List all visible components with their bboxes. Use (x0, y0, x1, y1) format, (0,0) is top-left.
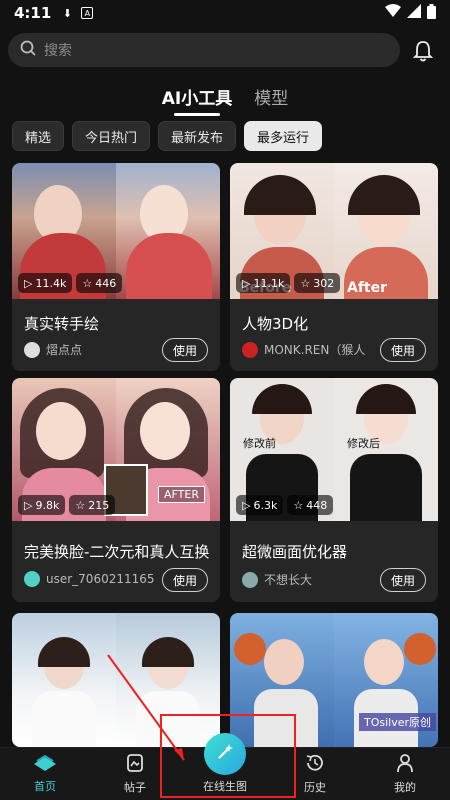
use-button[interactable]: 使用 (161, 338, 208, 362)
play-count: ▷ 11.4k (18, 273, 73, 293)
use-button[interactable]: 使用 (379, 568, 426, 592)
search-input[interactable]: 搜索 (44, 40, 72, 60)
tool-card[interactable]: 修改前 修改后 ▷ 6.3k ☆ 448 超微画面优化器 不想长大 使用 (230, 378, 438, 602)
before-label: 修改前 (243, 437, 276, 450)
status-time: 4:11 (14, 4, 52, 22)
chip-today-hot[interactable]: 今日热门 (72, 121, 151, 151)
avatar (24, 571, 40, 587)
search-bar[interactable]: 搜索 (8, 33, 400, 67)
star-icon: ☆ (75, 498, 86, 512)
annotation-box (160, 714, 296, 798)
avatar (242, 571, 258, 588)
filter-chips: 精选 今日热门 最新发布 最多运行 (12, 121, 323, 151)
card-thumbnail: 修改前 修改后 ▷ 6.3k ☆ 448 (230, 378, 438, 521)
star-count: ☆ 215 (69, 495, 116, 515)
star-count: ☆ 448 (287, 495, 334, 515)
card-author: 熠点点 (24, 341, 154, 358)
tab-ai-tools[interactable]: AI小工具 (162, 80, 232, 116)
star-icon: ☆ (82, 276, 93, 290)
avatar (24, 341, 40, 358)
card-title: 真实转手绘 (24, 315, 100, 333)
download-icon: ⬇ (62, 6, 72, 20)
card-title: 人物3D化 (242, 315, 309, 333)
play-count: ▷ 6.3k (236, 495, 284, 515)
avatar (242, 341, 258, 358)
after-label: After (347, 280, 388, 296)
user-icon (395, 753, 415, 776)
tool-card[interactable]: ▷ 11.4k ☆ 446 真实转手绘 熠点点 使用 (12, 163, 220, 371)
play-icon: ▷ (242, 276, 251, 290)
play-count: ▷ 9.8k (18, 495, 66, 515)
chip-featured[interactable]: 精选 (12, 121, 65, 151)
watermark-label: TOsilver原创 (358, 713, 436, 731)
use-button[interactable]: 使用 (379, 338, 426, 362)
search-icon (20, 40, 36, 60)
card-author: user_7060211165... (24, 571, 154, 587)
bell-icon[interactable] (408, 36, 438, 66)
home-icon (32, 754, 58, 775)
tab-models[interactable]: 模型 (254, 80, 288, 116)
after-label: 修改后 (347, 437, 380, 450)
nav-profile[interactable]: 我的 (360, 748, 450, 800)
tool-card[interactable]: AFTER ▷ 9.8k ☆ 215 完美换脸-二次元和真人互换 user_7060… (12, 378, 220, 602)
star-count: ☆ 302 (294, 273, 341, 293)
tool-card[interactable]: Before After ▷11.1k ☆302 人物3D化 MONK.REN（… (230, 163, 438, 371)
card-thumbnail: AFTER ▷ 9.8k ☆ 215 (12, 378, 220, 521)
star-icon: ☆ (293, 498, 304, 512)
top-tabs: AI小工具 模型 (0, 80, 450, 116)
after-label: AFTER (158, 486, 205, 503)
signal-icon (407, 4, 421, 22)
play-icon: ▷ (24, 498, 33, 512)
history-icon (305, 753, 325, 776)
use-button[interactable]: 使用 (161, 568, 208, 592)
play-icon: ▷ (242, 498, 251, 512)
posts-icon (125, 753, 145, 776)
card-title: 超微画面优化器 (242, 543, 348, 561)
play-count: ▷ 11.1k (236, 273, 291, 293)
play-icon: ▷ (24, 276, 33, 290)
status-bar: 4:11 ⬇ A (0, 0, 450, 26)
nav-home[interactable]: 首页 (0, 748, 90, 800)
card-title: 完美换脸-二次元和真人互换 (24, 543, 210, 561)
card-thumbnail: Before After ▷11.1k ☆302 (230, 163, 438, 299)
star-icon: ☆ (300, 276, 311, 290)
wifi-icon (385, 4, 401, 22)
battery-icon (427, 3, 436, 23)
chip-latest[interactable]: 最新发布 (158, 121, 237, 151)
card-thumbnail: ▷ 11.4k ☆ 446 (12, 163, 220, 299)
card-author: 不想长大 (242, 571, 372, 588)
notification-icon: A (81, 7, 94, 19)
star-count: ☆ 446 (76, 273, 123, 293)
chip-most-run[interactable]: 最多运行 (244, 121, 323, 151)
card-author: MONK.REN（猴人 (242, 341, 372, 358)
